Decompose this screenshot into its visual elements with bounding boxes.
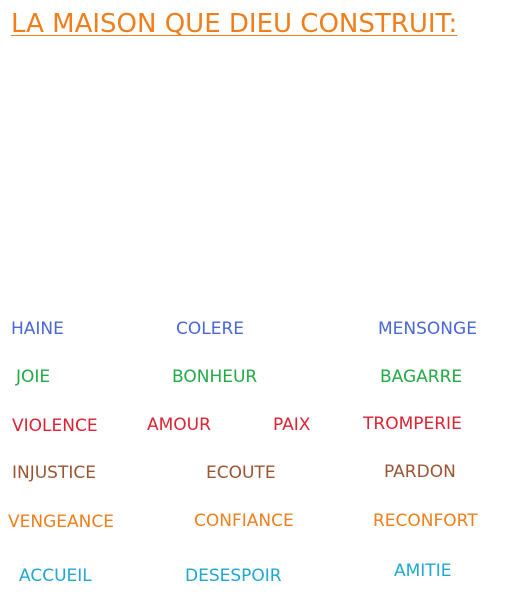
word-violence[interactable]: VIOLENCE <box>12 415 98 437</box>
word-reconfort[interactable]: RECONFORT <box>373 510 478 532</box>
word-bonheur[interactable]: BONHEUR <box>172 366 257 388</box>
word-accueil[interactable]: ACCUEIL <box>19 565 92 587</box>
word-haine[interactable]: HAINE <box>11 318 64 340</box>
word-colere[interactable]: COLERE <box>176 318 244 340</box>
page-title: LA MAISON QUE DIEU CONSTRUIT: <box>11 9 458 39</box>
word-paix[interactable]: PAIX <box>273 414 310 436</box>
word-tromperie[interactable]: TROMPERIE <box>363 413 462 435</box>
word-mensonge[interactable]: MENSONGE <box>378 318 477 340</box>
word-desespoir[interactable]: DESESPOIR <box>185 565 282 587</box>
word-joie[interactable]: JOIE <box>16 366 50 388</box>
word-injustice[interactable]: INJUSTICE <box>12 462 96 484</box>
word-confiance[interactable]: CONFIANCE <box>194 510 294 532</box>
word-pardon[interactable]: PARDON <box>384 461 456 483</box>
word-amitie[interactable]: AMITIE <box>394 560 451 582</box>
word-vengeance[interactable]: VENGEANCE <box>8 511 114 533</box>
word-amour[interactable]: AMOUR <box>147 414 211 436</box>
word-bagarre[interactable]: BAGARRE <box>380 366 462 388</box>
word-ecoute[interactable]: ECOUTE <box>206 462 276 484</box>
